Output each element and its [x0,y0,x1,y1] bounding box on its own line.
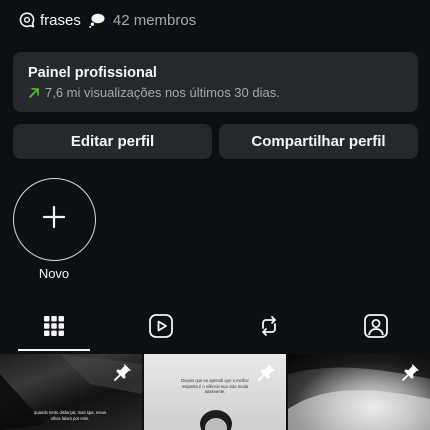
tab-tagged[interactable] [323,305,430,351]
grid-icon [43,315,65,342]
pin-icon [257,362,277,382]
trend-up-arrow-icon [28,87,40,99]
profile-tabs [0,305,430,351]
new-highlight-button[interactable]: Novo [12,178,96,281]
threads-chat-icon [18,11,36,29]
pin-icon [401,362,421,382]
repost-icon [257,314,281,343]
posts-grid: quando tento disfarçar, mas spa, meus ol… [0,354,430,430]
tagged-icon [363,313,389,344]
post-caption: Depois que eu aprendi que o melhor respo… [181,378,249,394]
thought-bubble-icon [88,11,106,29]
professional-dashboard-title: Painel profissional [28,65,157,81]
reels-icon [148,313,174,344]
members-count: 42 membros [112,11,197,29]
tab-grid[interactable] [0,305,108,351]
post-thumbnail[interactable]: Depois que eu aprendi que o melhor respo… [144,354,286,430]
post-caption: quando tento disfarçar, mas spa, meus ol… [33,410,107,421]
share-profile-button[interactable]: Compartilhar perfil [219,124,418,159]
tab-reels[interactable] [108,305,216,351]
new-highlight-label: Novo [38,266,70,281]
post-thumbnail[interactable] [288,354,430,430]
pin-icon [113,362,133,382]
community-row[interactable]: frases 42 membros [18,9,196,31]
plus-icon [42,205,66,234]
new-highlight-circle[interactable] [12,178,96,261]
community-name[interactable]: frases [40,12,81,29]
views-summary: 7,6 mi visualizações nos últimos 30 dias… [45,85,280,100]
post-thumbnail[interactable]: quando tento disfarçar, mas spa, meus ol… [0,354,142,430]
professional-dashboard[interactable]: Painel profissional 7,6 mi visualizações… [13,52,418,112]
edit-profile-button[interactable]: Editar perfil [13,124,212,159]
tab-reposts[interactable] [215,305,323,351]
